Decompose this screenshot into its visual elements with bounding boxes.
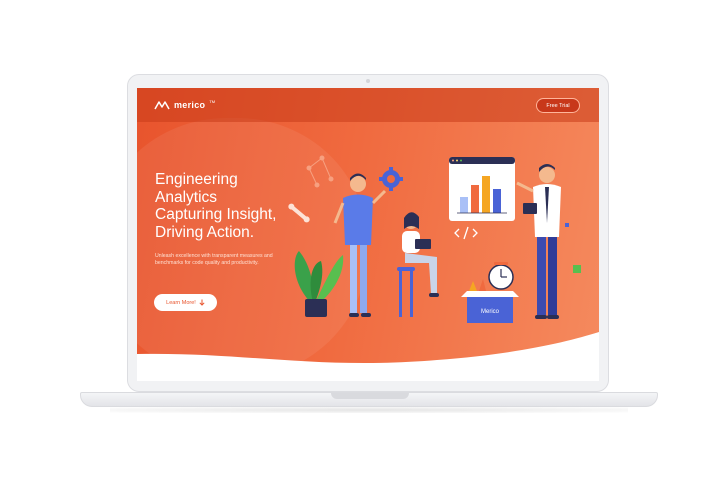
- hero-illustration: Merico: [288, 155, 581, 323]
- wrench-icon: [288, 203, 310, 223]
- man-suit-figure: [516, 164, 561, 319]
- decor-square: [565, 223, 569, 227]
- camera-dot: [366, 79, 370, 83]
- arrow-down-icon: [199, 299, 205, 306]
- free-trial-button[interactable]: Free Trial: [536, 98, 580, 113]
- bar-chart-board: [449, 157, 515, 221]
- gear-icon: [379, 167, 403, 191]
- brand-logo[interactable]: merico TM: [154, 99, 216, 110]
- decor-square: [573, 265, 581, 273]
- website-screen: merico TM Free Trial Engineering Analyti…: [137, 88, 599, 381]
- woman-laptop-figure: [397, 212, 439, 317]
- top-navbar: merico TM Free Trial: [137, 88, 599, 122]
- laptop-shadow: [110, 407, 628, 413]
- laptop-notch: [331, 393, 409, 399]
- box-label: Merico: [481, 309, 500, 315]
- code-icon: [454, 226, 478, 240]
- hero-subtitle: Unleash excellence with transparent meas…: [155, 253, 273, 266]
- learn-more-label: Learn More!: [166, 299, 196, 306]
- plant-illustration: [294, 251, 344, 317]
- bottom-wave: [137, 332, 599, 381]
- man-glasses-figure: [333, 173, 387, 317]
- brand-name: merico: [174, 100, 206, 110]
- clock-icon: [488, 262, 514, 290]
- network-icon: [306, 155, 334, 188]
- mountain-logo-icon: [154, 101, 170, 110]
- brand-trademark: TM: [209, 99, 216, 104]
- learn-more-button[interactable]: Learn More!: [154, 294, 217, 311]
- laptop-base: [80, 392, 658, 407]
